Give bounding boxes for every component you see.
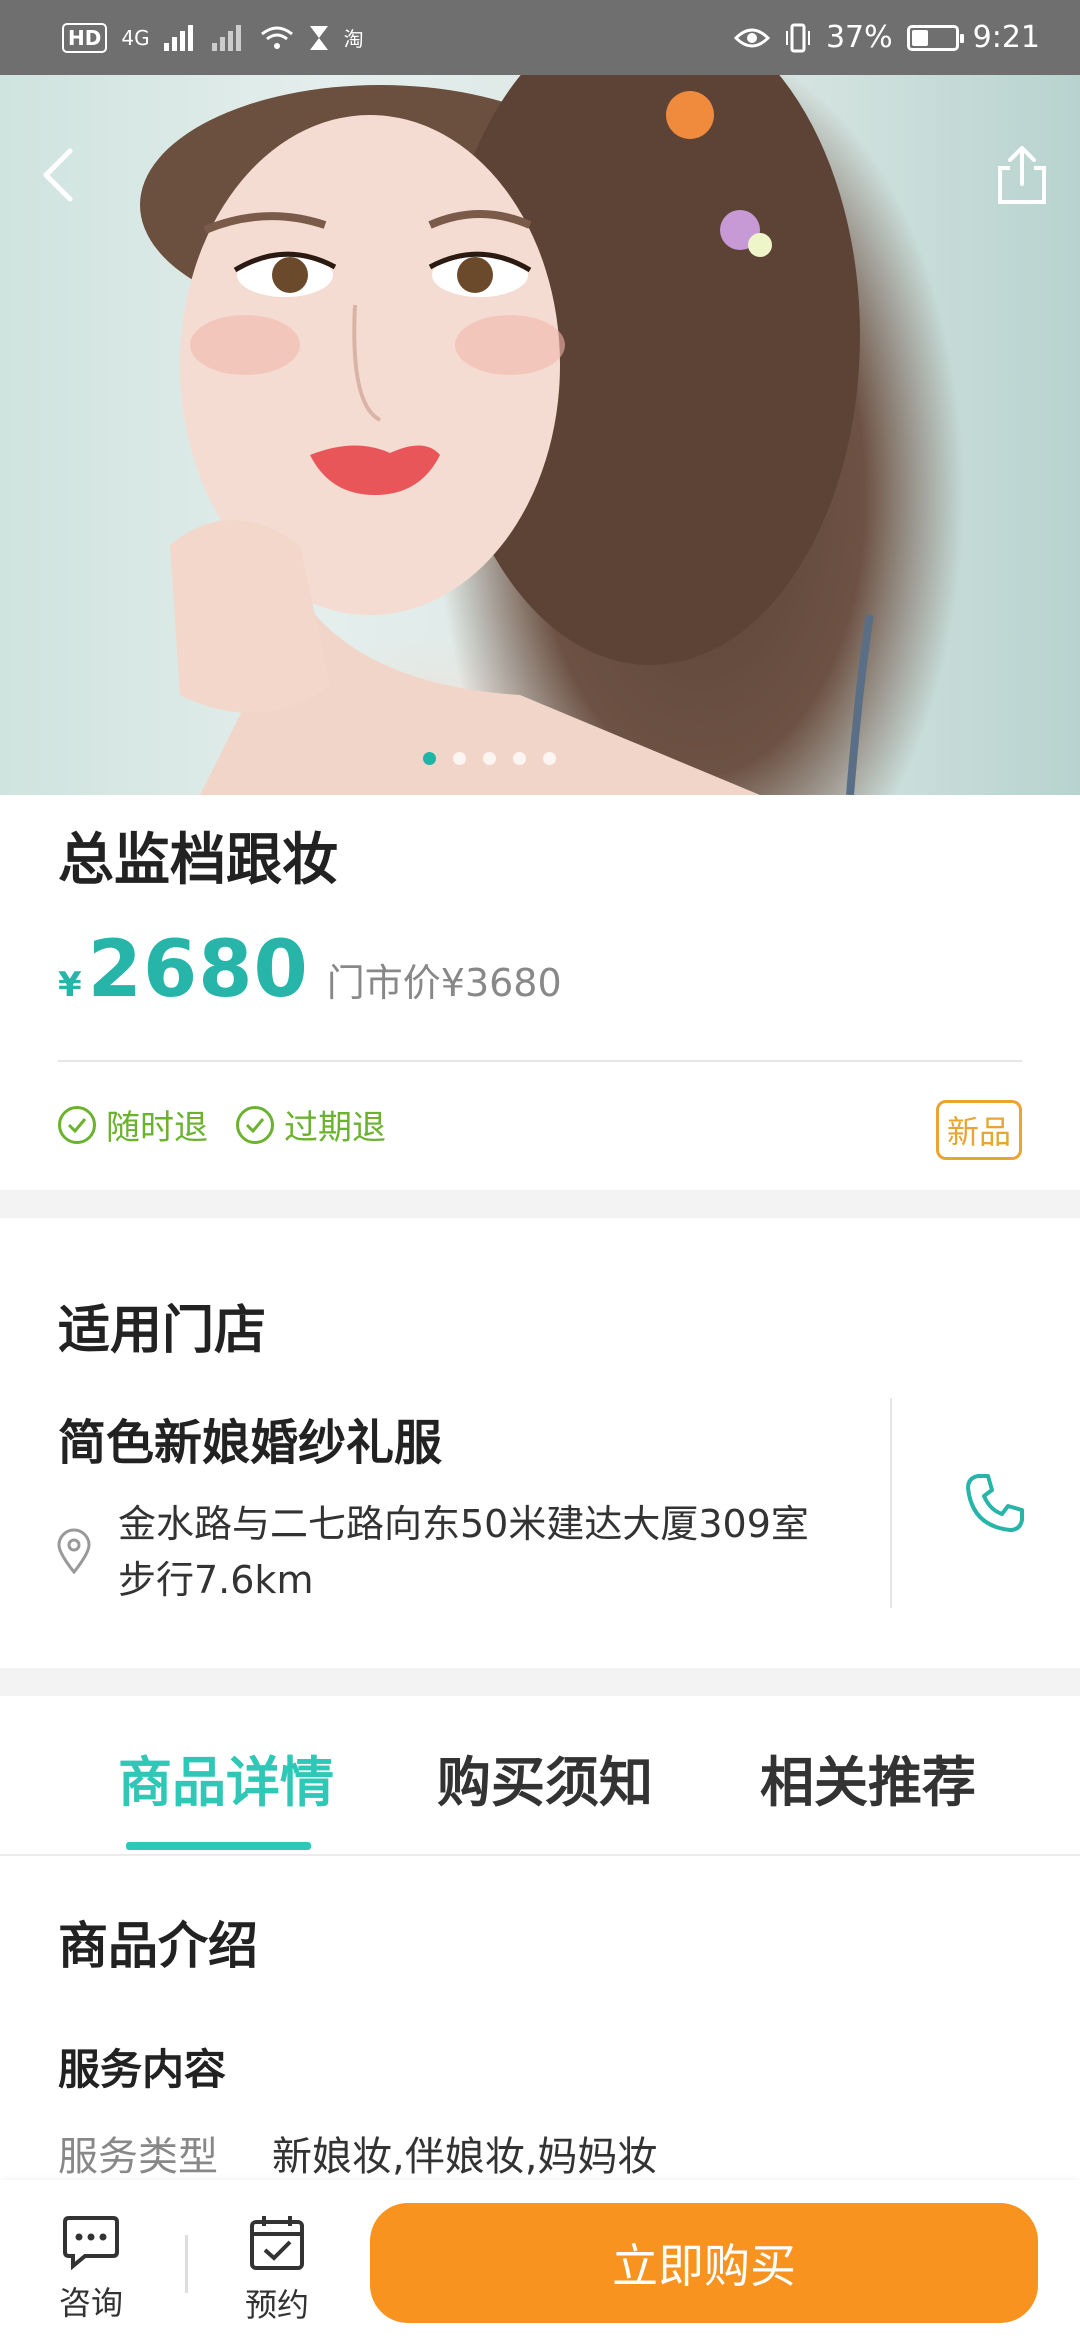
- tag-refund-expired: 过期退: [236, 1100, 386, 1149]
- detail-key: 服务类型: [58, 2134, 218, 2180]
- price-row: ¥ 2680 门市价 ¥3680: [58, 925, 562, 1015]
- details-subheading: 服务内容: [58, 2045, 227, 2094]
- carousel-dot[interactable]: [512, 752, 526, 765]
- store-distance: 步行7.6km: [118, 1558, 314, 1602]
- details-heading: 商品介绍: [58, 1917, 258, 1975]
- store-section: 适用门店 简色新娘婚纱礼服 金水路与二七路向东50米建达大厦309室 步行7.6…: [0, 1218, 1080, 1668]
- store-heading: 适用门店: [58, 1301, 267, 1361]
- buy-now-button[interactable]: 立即购买: [370, 2203, 1038, 2323]
- price-currency: ¥: [58, 965, 82, 1005]
- refund-tags: 随时退 过期退: [58, 1100, 386, 1149]
- hd-badge: HD: [62, 22, 108, 53]
- store-address: 金水路与二七路向东50米建达大厦309室: [118, 1502, 809, 1546]
- location-pin-icon: [57, 1528, 91, 1574]
- bottom-action-bar: 咨询 预约 立即购买: [0, 2180, 1080, 2340]
- tag-label: 过期退: [284, 1108, 386, 1148]
- product-photo: [140, 75, 874, 795]
- product-info: 总监档跟妆 ¥ 2680 门市价 ¥3680 随时退 过期退 新品: [0, 795, 1080, 1190]
- vibrate-icon: [785, 23, 810, 52]
- divider: [185, 2235, 188, 2293]
- tab-recommendations[interactable]: 相关推荐: [760, 1738, 976, 1817]
- product-image-carousel[interactable]: [0, 75, 1080, 795]
- active-tab-indicator: [126, 1842, 311, 1850]
- divider: [58, 1060, 1022, 1062]
- tag-label: 随时退: [106, 1108, 208, 1148]
- new-badge: 新品: [935, 1100, 1022, 1160]
- detail-tabs: 商品详情 购买须知 相关推荐: [0, 1696, 1080, 1856]
- tab-product-details[interactable]: 商品详情: [118, 1738, 334, 1817]
- battery-icon: [906, 24, 964, 51]
- product-title: 总监档跟妆: [58, 828, 338, 893]
- signal-icon: [163, 24, 193, 51]
- tab-purchase-notes[interactable]: 购买须知: [437, 1738, 653, 1817]
- clock: 9:21: [972, 20, 1040, 55]
- signal-off-icon: [211, 24, 241, 51]
- section-gap: [0, 1190, 1080, 1218]
- network-indicator: 4G: [121, 25, 150, 50]
- carousel-dot[interactable]: [542, 752, 556, 765]
- store-name[interactable]: 简色新娘婚纱礼服: [58, 1403, 442, 1473]
- original-price-label: 门市价: [326, 961, 441, 1005]
- wifi-icon: [260, 26, 293, 49]
- consult-label: 咨询: [58, 2284, 123, 2322]
- chat-icon: [63, 2216, 119, 2270]
- store-address-block[interactable]: 金水路与二七路向东50米建达大厦309室 步行7.6km: [118, 1496, 809, 1608]
- check-circle-icon: [236, 1105, 274, 1144]
- call-store-button[interactable]: [950, 1458, 1040, 1548]
- back-arrow-icon: [43, 148, 73, 202]
- consult-button[interactable]: 咨询: [36, 2214, 146, 2324]
- carousel-dot[interactable]: [422, 752, 436, 765]
- product-details: 商品介绍 服务内容 服务类型 新娘妆,伴娘妆,妈妈妆: [0, 1856, 1080, 2196]
- section-gap: [0, 1668, 1080, 1696]
- calendar-check-icon: [250, 2216, 304, 2270]
- share-button[interactable]: [982, 135, 1062, 215]
- share-icon: [998, 146, 1046, 204]
- carousel-dot[interactable]: [482, 752, 496, 765]
- reserve-button[interactable]: 预约: [222, 2214, 332, 2326]
- eye-icon: [733, 28, 770, 47]
- back-button[interactable]: [18, 135, 98, 215]
- detail-value: 新娘妆,伴娘妆,妈妈妆: [272, 2134, 658, 2180]
- price-value: 2680: [87, 925, 309, 1015]
- original-price: ¥3680: [440, 961, 562, 1005]
- taobao-icon: 淘: [343, 27, 364, 51]
- phone-icon: [966, 1474, 1024, 1532]
- hourglass-icon: [309, 25, 328, 50]
- status-bar: HD 4G 淘 37% 9:21: [0, 0, 1080, 75]
- check-circle-icon: [58, 1105, 96, 1144]
- tag-refund-anytime: 随时退: [58, 1100, 208, 1149]
- carousel-dot[interactable]: [452, 752, 466, 765]
- reserve-label: 预约: [244, 2286, 309, 2324]
- battery-percent: 37%: [825, 20, 893, 55]
- carousel-indicator: [0, 752, 1080, 765]
- divider: [890, 1398, 892, 1608]
